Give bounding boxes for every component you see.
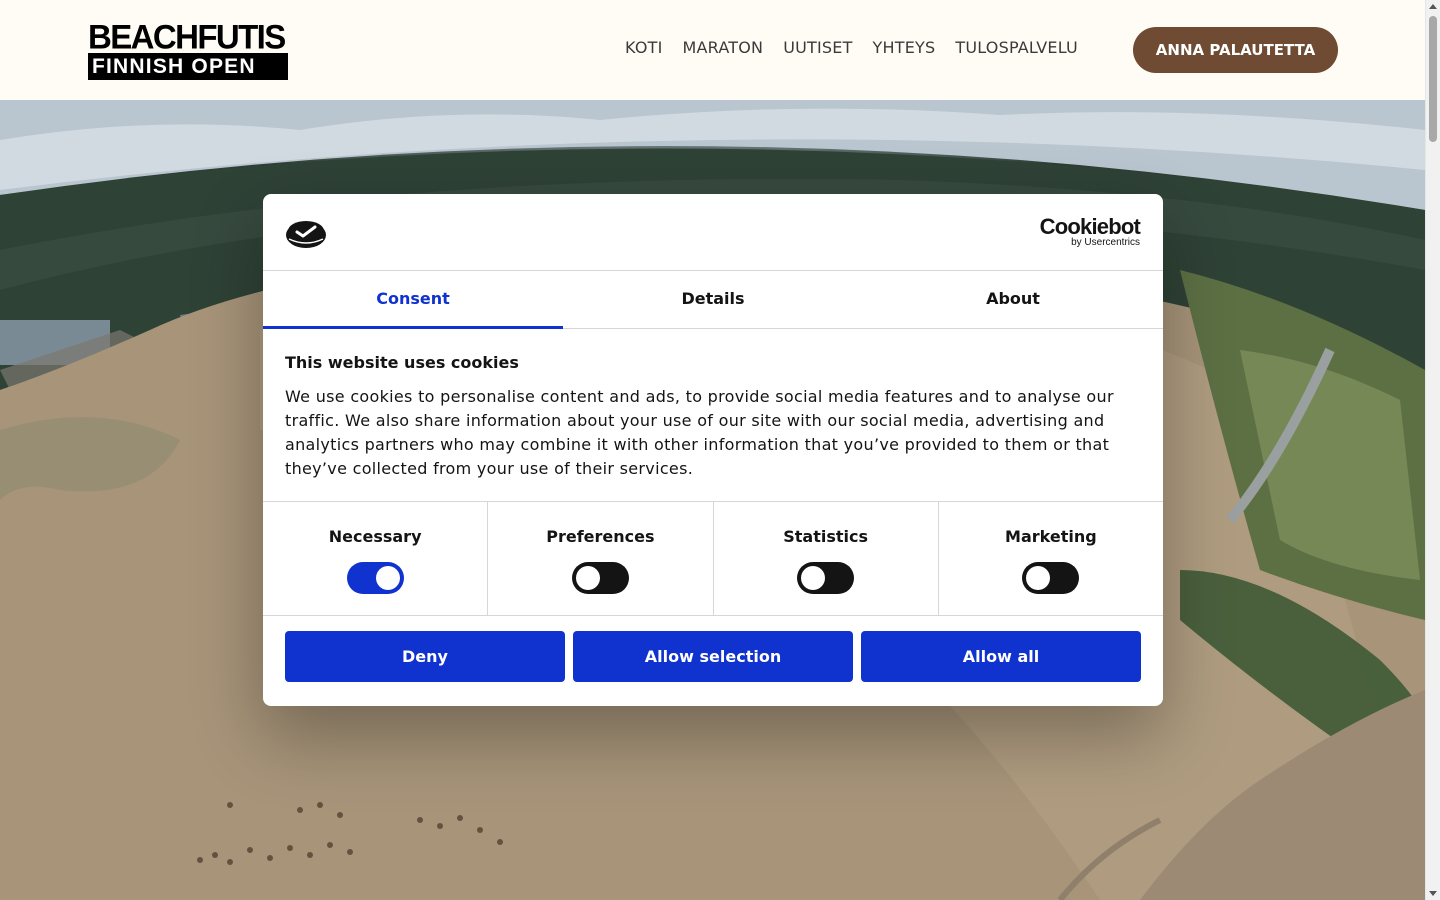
tab-consent[interactable]: Consent — [263, 271, 563, 329]
nav-item-uutiset[interactable]: UUTISET — [783, 38, 852, 57]
site-header: BEACHFUTIS FINNISH OPEN KOTI MARATON UUT… — [0, 0, 1425, 100]
dialog-tabs: Consent Details About — [263, 271, 1163, 329]
logo-line-2: FINNISH OPEN — [88, 53, 288, 80]
allow-selection-button[interactable]: Allow selection — [573, 631, 853, 682]
scroll-up-arrow-icon[interactable] — [1429, 4, 1437, 9]
cookie-logo-icon — [286, 221, 326, 248]
category-preferences: Preferences — [488, 502, 714, 615]
nav-item-tulospalvelu[interactable]: TULOSPALVELU — [955, 38, 1078, 57]
cookie-categories: Necessary Preferences Statistics Marketi… — [263, 502, 1163, 616]
dialog-header: Cookiebot by Usercentrics — [263, 194, 1163, 271]
main-nav: KOTI MARATON UUTISET YHTEYS TULOSPALVELU — [625, 38, 1078, 57]
necessary-toggle[interactable] — [346, 562, 404, 594]
tab-details[interactable]: Details — [563, 271, 863, 328]
consent-title: This website uses cookies — [285, 353, 519, 372]
cookiebot-brand-sub: by Usercentrics — [1071, 237, 1140, 248]
cookiebot-brand[interactable]: Cookiebot by Usercentrics — [1039, 214, 1141, 248]
category-label: Necessary — [328, 527, 422, 546]
category-marketing: Marketing — [939, 502, 1163, 615]
statistics-toggle[interactable] — [797, 562, 855, 594]
category-statistics: Statistics — [714, 502, 939, 615]
consent-text: We use cookies to personalise content an… — [285, 387, 1114, 478]
category-necessary: Necessary — [263, 502, 489, 615]
logo-line-1: BEACHFUTIS — [88, 16, 286, 56]
site-logo[interactable]: BEACHFUTIS FINNISH OPEN — [88, 16, 288, 80]
tab-about[interactable]: About — [863, 271, 1163, 328]
marketing-toggle[interactable] — [1022, 562, 1080, 594]
scrollbar-thumb[interactable] — [1429, 16, 1437, 142]
category-label: Marketing — [1005, 527, 1097, 546]
deny-button[interactable]: Deny — [285, 631, 565, 682]
nav-item-maraton[interactable]: MARATON — [683, 38, 764, 57]
category-label: Statistics — [783, 527, 868, 546]
nav-item-koti[interactable]: KOTI — [625, 38, 663, 57]
nav-item-yhteys[interactable]: YHTEYS — [873, 38, 936, 57]
preferences-toggle[interactable] — [571, 562, 629, 594]
dialog-buttons: Deny Allow selection Allow all — [263, 616, 1163, 682]
cookiebot-brand-name: Cookiebot — [1039, 214, 1141, 239]
feedback-button[interactable]: ANNA PALAUTETTA — [1133, 27, 1338, 73]
page-scrollbar[interactable] — [1425, 0, 1440, 900]
cookie-consent-dialog: Cookiebot by Usercentrics Consent Detail… — [263, 194, 1163, 706]
scroll-down-arrow-icon[interactable] — [1429, 891, 1437, 896]
category-label: Preferences — [546, 527, 655, 546]
allow-all-button[interactable]: Allow all — [861, 631, 1141, 682]
consent-body: This website uses cookies We use cookies… — [263, 329, 1163, 502]
